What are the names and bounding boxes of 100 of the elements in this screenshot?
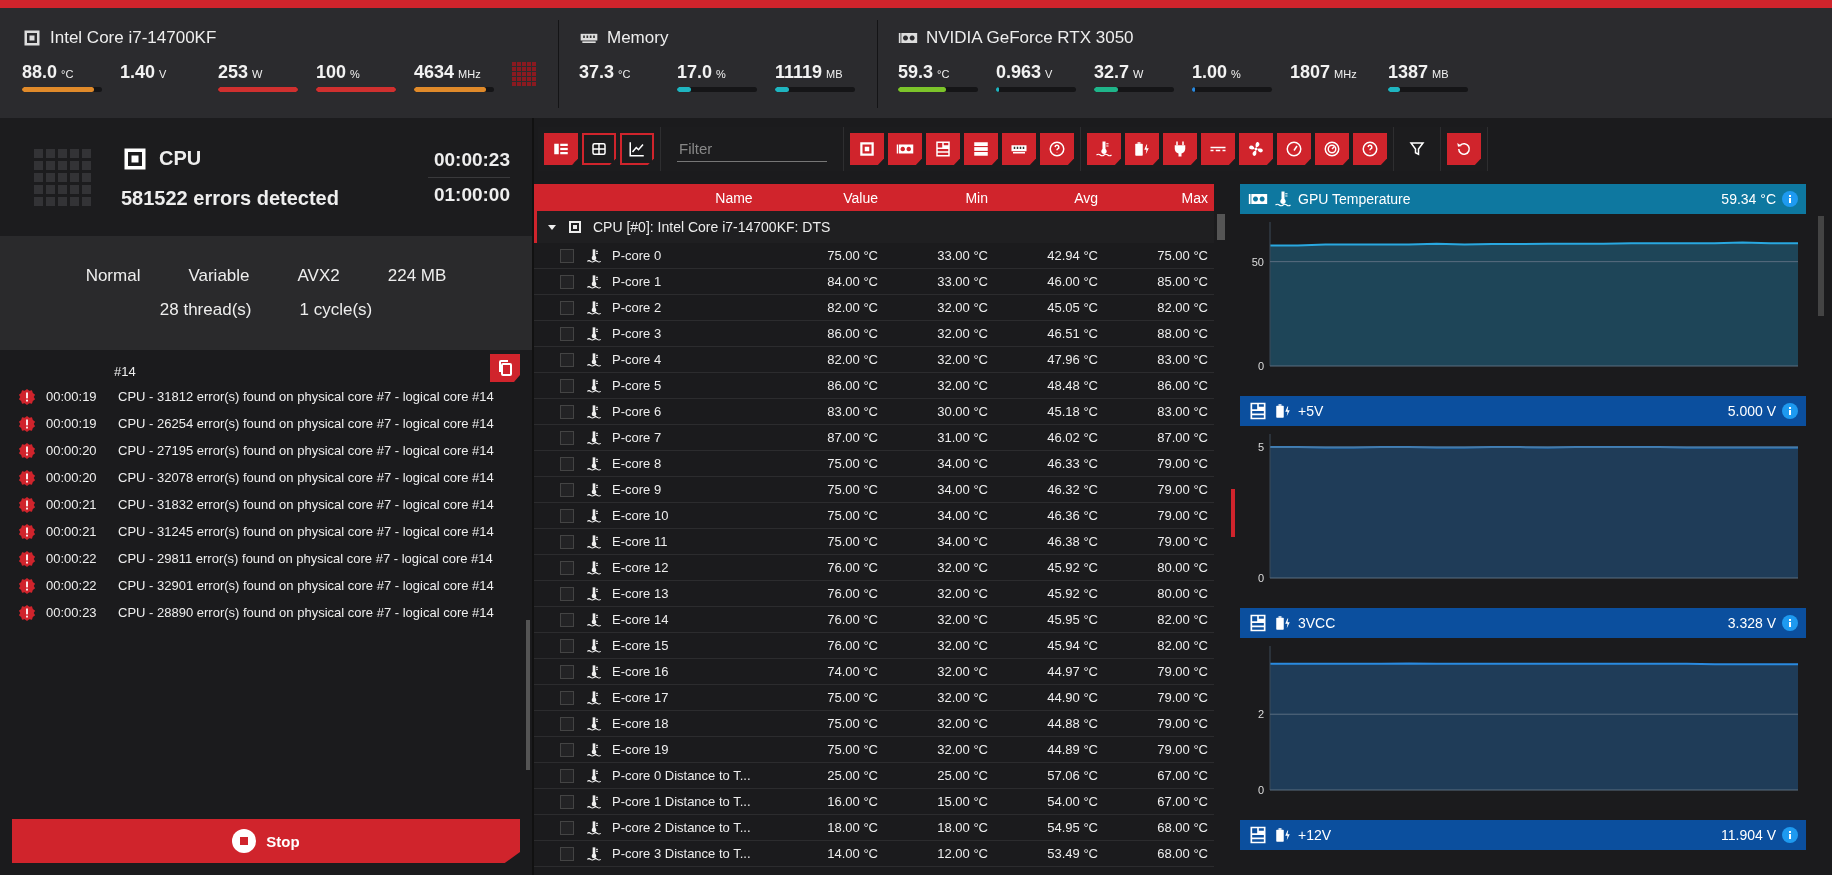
table-cell-text: 46.02 °C: [1046, 430, 1099, 445]
view-toggle-button[interactable]: [582, 133, 616, 165]
test-setting: 28 thread(s): [159, 300, 252, 320]
row-checkbox[interactable]: [560, 534, 574, 549]
hardware-name: Memory: [607, 28, 669, 48]
column-header[interactable]: Max: [1104, 189, 1214, 206]
column-header[interactable]: Name: [612, 189, 792, 206]
table-cell-text: 45.05 °C: [1046, 300, 1099, 315]
sensor-name: P-core 3 Distance to T...: [612, 846, 752, 861]
chart-reading: 3.328 V: [1727, 615, 1776, 631]
info-icon[interactable]: [1782, 191, 1798, 207]
row-checkbox[interactable]: [560, 300, 574, 315]
sensor-filter-button[interactable]: [1087, 133, 1121, 165]
row-checkbox[interactable]: [560, 430, 574, 445]
row-checkbox[interactable]: [560, 794, 574, 809]
sensor-name: P-core 3: [612, 326, 663, 341]
thermometer-icon: [586, 507, 602, 524]
sensor-name: P-core 0: [612, 248, 663, 263]
row-checkbox[interactable]: [560, 820, 574, 835]
row-checkbox[interactable]: [560, 560, 574, 575]
hardware-filter-button[interactable]: [1002, 133, 1036, 165]
log-time: 00:00:22: [46, 550, 98, 567]
row-checkbox[interactable]: [560, 742, 574, 757]
row-checkbox[interactable]: [560, 482, 574, 497]
sensor-filter-button[interactable]: [1239, 133, 1273, 165]
table-cell-text: 44.88 °C: [1046, 716, 1099, 731]
thermometer-icon: [586, 689, 602, 706]
splitter-handle[interactable]: [1231, 489, 1235, 537]
row-checkbox[interactable]: [560, 326, 574, 341]
row-checkbox[interactable]: [560, 586, 574, 601]
table-cell-text: 34.00 °C: [936, 456, 989, 471]
row-checkbox[interactable]: [560, 768, 574, 783]
thermometer-icon: [586, 715, 602, 732]
table-cell-text: 79.00 °C: [1156, 690, 1209, 705]
table-cell-text: 46.38 °C: [1046, 534, 1099, 549]
row-checkbox[interactable]: [560, 248, 574, 263]
axis-tick-label: 2: [1257, 708, 1264, 721]
sensor-group-row[interactable]: CPU [#0]: Intel Core i7-14700KF: DTS: [534, 211, 1214, 243]
error-icon: [18, 523, 36, 541]
test-setting: 224 MB: [387, 266, 447, 286]
table-cell-text: 16.00 °C: [826, 794, 879, 809]
sensor-name: P-core 5: [612, 378, 663, 393]
info-icon[interactable]: [1782, 827, 1798, 843]
table-cell-text: 86.00 °C: [826, 326, 879, 341]
sensor-filter-button[interactable]: [1125, 133, 1159, 165]
sensor-filter-button[interactable]: [1353, 133, 1387, 165]
scrollbar[interactable]: [1217, 214, 1225, 240]
thermometer-icon: [586, 247, 602, 264]
sensor-filter-button[interactable]: [1277, 133, 1311, 165]
row-checkbox[interactable]: [560, 508, 574, 523]
error-count: 581522 errors detected: [121, 186, 340, 210]
row-checkbox[interactable]: [560, 456, 574, 471]
info-icon[interactable]: [1782, 615, 1798, 631]
row-checkbox[interactable]: [560, 378, 574, 393]
row-checkbox[interactable]: [560, 352, 574, 367]
sensor-filter-button[interactable]: [1201, 133, 1235, 165]
table-cell-text: 88.00 °C: [1156, 326, 1209, 341]
hardware-filter-button[interactable]: [926, 133, 960, 165]
thermometer-icon: [586, 299, 602, 316]
table-cell-text: 18.00 °C: [826, 820, 879, 835]
table-cell-text: 79.00 °C: [1156, 534, 1209, 549]
filter-field[interactable]: Filter: [677, 136, 827, 162]
hardware-filter-button[interactable]: [888, 133, 922, 165]
row-checkbox[interactable]: [560, 274, 574, 289]
row-checkbox[interactable]: [560, 638, 574, 653]
table-cell-text: 68.00 °C: [1156, 820, 1209, 835]
column-header[interactable]: Avg: [994, 189, 1104, 206]
sensor-filter-button[interactable]: [1163, 133, 1197, 165]
sensor-filter-button[interactable]: [1315, 133, 1349, 165]
row-checkbox[interactable]: [560, 716, 574, 731]
thermometer-icon: [586, 767, 602, 784]
row-checkbox[interactable]: [560, 846, 574, 861]
row-checkbox[interactable]: [560, 690, 574, 705]
hardware-filter-button[interactable]: [964, 133, 998, 165]
table-cell-text: 82.00 °C: [826, 300, 879, 315]
row-checkbox[interactable]: [560, 612, 574, 627]
row-checkbox[interactable]: [560, 664, 574, 679]
scrollbar[interactable]: [1818, 216, 1824, 316]
view-toggle-button[interactable]: [620, 133, 654, 165]
hardware-filter-button[interactable]: [850, 133, 884, 165]
sensor-name: E-core 18: [612, 716, 670, 731]
info-icon[interactable]: [1782, 403, 1798, 419]
stop-button[interactable]: Stop: [12, 819, 520, 863]
hardware-filter-button[interactable]: [1040, 133, 1074, 165]
table-cell-text: 32.00 °C: [936, 690, 989, 705]
log-message: #14: [114, 364, 136, 379]
caret-icon[interactable]: [547, 222, 557, 232]
reset-button[interactable]: [1447, 133, 1481, 165]
sensor-name: P-core 0 Distance to T...: [612, 768, 752, 783]
column-header[interactable]: Value: [792, 189, 884, 206]
column-header[interactable]: Min: [884, 189, 994, 206]
table-cell-text: 47.96 °C: [1046, 352, 1099, 367]
table-cell-text: 54.00 °C: [1046, 794, 1099, 809]
view-toggle-button[interactable]: [544, 133, 578, 165]
copy-button[interactable]: [490, 354, 520, 382]
table-cell-text: 76.00 °C: [826, 560, 879, 575]
row-checkbox[interactable]: [560, 404, 574, 419]
table-cell-text: 32.00 °C: [936, 716, 989, 731]
table-cell-text: 79.00 °C: [1156, 742, 1209, 757]
sensor-reading: 32.7 W: [1094, 62, 1145, 83]
